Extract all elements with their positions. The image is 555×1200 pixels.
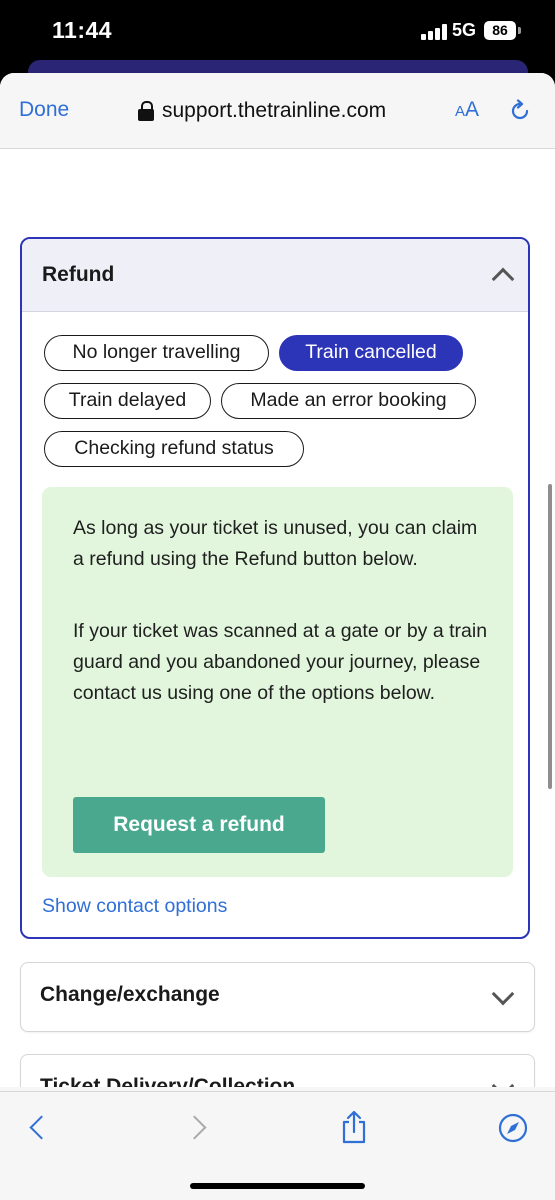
forward-icon[interactable]: [182, 1115, 207, 1140]
info-paragraph-2: If your ticket was scanned at a gate or …: [73, 620, 488, 704]
pill-made-an-error-booking[interactable]: Made an error booking: [221, 383, 476, 419]
accordion-title: Ticket Delivery/Collection: [40, 1075, 296, 1087]
network-label: 5G: [452, 20, 477, 40]
done-button[interactable]: Done: [19, 98, 69, 122]
browser-sheet: Done support.thetrainline.com AA Refund …: [0, 73, 555, 1200]
battery-nub: [518, 27, 521, 34]
home-indicator: [190, 1183, 365, 1189]
ticket-delivery-accordion[interactable]: Ticket Delivery/Collection: [20, 1054, 535, 1087]
browser-header: Done support.thetrainline.com AA: [0, 73, 555, 149]
battery-icon: 86: [484, 21, 516, 40]
lock-icon: [138, 101, 154, 121]
scrollbar[interactable]: [548, 484, 552, 789]
url-bar[interactable]: support.thetrainline.com: [138, 97, 386, 125]
pill-checking-refund-status[interactable]: Checking refund status: [44, 431, 304, 467]
chevron-down-icon: [491, 1074, 515, 1087]
web-content: Refund No longer travelling Train cancel…: [0, 149, 555, 1087]
status-time: 11:44: [52, 17, 113, 43]
text-size-button[interactable]: AA: [455, 98, 479, 122]
compass-icon[interactable]: [497, 1112, 529, 1144]
info-paragraph-1: As long as your ticket is unused, you ca…: [73, 517, 478, 570]
status-bar: 11:44 5G 86: [0, 0, 555, 62]
refund-accordion-header[interactable]: Refund: [22, 239, 528, 312]
back-icon[interactable]: [29, 1115, 54, 1140]
refund-info-box: As long as your ticket is unused, you ca…: [42, 487, 513, 877]
change-exchange-accordion[interactable]: Change/exchange: [20, 962, 535, 1032]
refund-title: Refund: [42, 263, 115, 286]
refund-accordion: Refund No longer travelling Train cancel…: [20, 237, 530, 939]
pill-no-longer-travelling[interactable]: No longer travelling: [44, 335, 269, 371]
request-refund-button[interactable]: Request a refund: [73, 797, 325, 853]
show-contact-options-link[interactable]: Show contact options: [42, 895, 227, 918]
chevron-down-icon: [491, 982, 515, 1006]
pill-train-cancelled[interactable]: Train cancelled: [279, 335, 463, 371]
url-text: support.thetrainline.com: [162, 99, 387, 122]
chevron-up-icon: [491, 267, 515, 291]
reload-icon[interactable]: [508, 99, 532, 123]
signal-icon: [421, 24, 447, 40]
accordion-title: Change/exchange: [40, 983, 220, 1006]
pill-train-delayed[interactable]: Train delayed: [44, 383, 211, 419]
share-icon[interactable]: [340, 1110, 368, 1144]
